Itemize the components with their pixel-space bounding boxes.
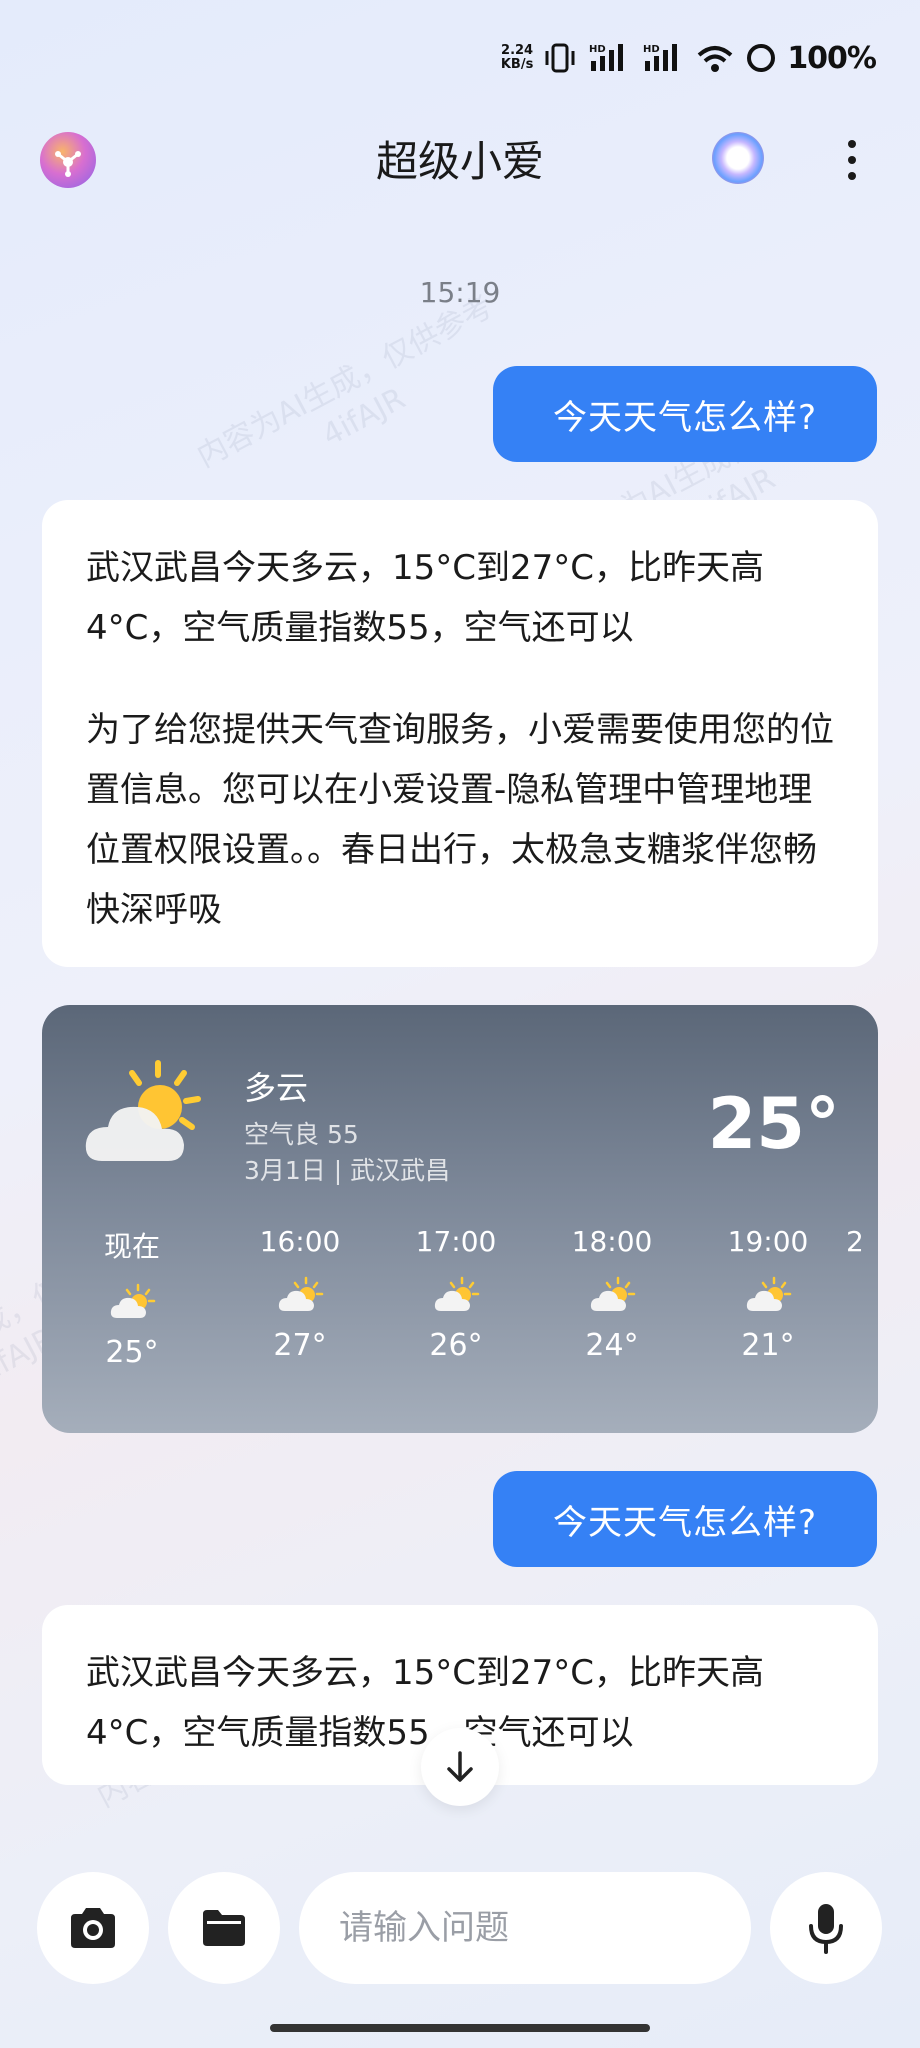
question-input[interactable] (339, 1908, 751, 1948)
air-quality: 空气良 55 (244, 1120, 359, 1149)
hourly-forecast-item: 17:00 26° (378, 1225, 534, 1370)
voice-button[interactable] (770, 1872, 882, 1984)
hour-temperature: 27° (273, 1328, 327, 1363)
hour-temperature: 24° (585, 1328, 639, 1363)
network-speed-unit: KB/s (500, 57, 534, 72)
partly-cloudy-icon (278, 1276, 324, 1311)
file-button[interactable] (168, 1872, 280, 1984)
partly-cloudy-icon (590, 1276, 636, 1311)
hourly-forecast[interactable]: 现在 25° 16:00 27° 17:00 26° 18:00 24° 19:… (42, 1225, 878, 1370)
network-speed: 2.24 KB/s (501, 44, 533, 72)
weather-condition: 多云 (244, 1069, 309, 1107)
camera-button[interactable] (37, 1872, 149, 1984)
microphone-icon (809, 1904, 843, 1954)
vibrate-icon (545, 43, 575, 73)
network-speed-value: 2.24 (501, 43, 534, 58)
signal-hd-2-icon: HD (643, 44, 678, 71)
hour-time: 现在 (103, 1230, 160, 1263)
more-options-icon[interactable] (834, 136, 870, 184)
arrow-down-icon (447, 1751, 473, 1782)
signal-hd-1-icon: HD (589, 44, 624, 71)
assistant-orb-button[interactable] (712, 132, 764, 184)
hourly-forecast-item-partial: 2 (846, 1225, 878, 1370)
partly-cloudy-icon (110, 1283, 156, 1318)
hour-time: 19:00 (727, 1225, 809, 1258)
folder-icon (203, 1910, 245, 1946)
weather-card[interactable]: 多云 空气良 55 3月1日 | 武汉武昌 25° 现在 25° 16:00 2… (42, 1005, 878, 1433)
partly-cloudy-icon (746, 1276, 792, 1311)
hour-time: 18:00 (571, 1225, 653, 1258)
user-message-bubble: 今天天气怎么样? (493, 366, 877, 462)
date-location: 3月1日 | 武汉武昌 (244, 1156, 451, 1185)
partly-cloudy-icon (434, 1276, 480, 1311)
watermark: 内容为AI生成，仅供参考4ifAJR (191, 289, 499, 475)
svg-text:HD: HD (643, 44, 660, 55)
hour-temperature: 25° (105, 1335, 159, 1370)
hour-time: 16:00 (259, 1225, 341, 1258)
partly-cloudy-icon (85, 1060, 201, 1161)
hourly-forecast-item: 16:00 27° (222, 1225, 378, 1370)
scroll-to-bottom-button[interactable] (421, 1728, 499, 1806)
ai-reply-paragraph: 为了给您提供天气查询服务，小爱需要使用您的位置信息。您可以在小爱设置-隐私管理中… (86, 710, 834, 930)
status-bar: 2.24 KB/s HD HD 100% (501, 30, 877, 86)
user-message-bubble: 今天天气怎么样? (493, 1471, 877, 1567)
hourly-forecast-item: 18:00 24° (534, 1225, 690, 1370)
page-title: 超级小爱 (375, 137, 544, 186)
hour-time: 17:00 (415, 1225, 497, 1258)
hourly-forecast-item: 现在 25° (42, 1225, 222, 1370)
chat-timestamp: 15:19 (419, 276, 501, 309)
battery-ring-icon (747, 44, 776, 72)
camera-icon (71, 1908, 115, 1948)
hour-temperature: 21° (741, 1328, 795, 1363)
ai-reply-bubble: 武汉武昌今天多云，15°C到27°C，比昨天高4°C，空气质量指数55，空气还可… (42, 500, 878, 967)
wifi-icon (697, 46, 733, 72)
hour-time: 2 (846, 1225, 864, 1258)
svg-text:HD: HD (589, 44, 606, 55)
home-indicator[interactable] (270, 2024, 650, 2032)
battery-percent: 100% (787, 40, 877, 76)
hour-temperature: 26° (429, 1328, 483, 1363)
ai-reply-paragraph: 武汉武昌今天多云，15°C到27°C，比昨天高4°C，空气质量指数55，空气还可… (86, 548, 765, 648)
current-temperature: 25° (707, 1083, 840, 1165)
question-input-container[interactable] (299, 1872, 751, 1984)
hourly-forecast-item: 19:00 21° (690, 1225, 846, 1370)
